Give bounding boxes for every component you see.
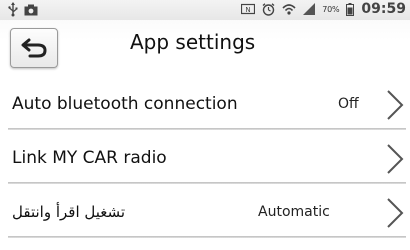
battery-icon — [346, 2, 355, 16]
back-button[interactable] — [10, 28, 58, 68]
row-divider — [8, 236, 406, 238]
photo-notification-icon — [24, 4, 38, 16]
settings-row-value: Automatic — [258, 204, 330, 220]
header: App settings — [0, 20, 410, 76]
settings-row-value: Off — [338, 96, 359, 112]
page-title: App settings — [130, 30, 256, 54]
settings-row-label: تشغيل اقرأ وانتقل — [12, 203, 126, 221]
status-time: 09:59 — [361, 1, 406, 17]
settings-row-link-radio[interactable]: Link MY CAR radio — [0, 134, 410, 184]
chevron-right-icon — [384, 142, 406, 176]
app-settings-screen: N 70% 09:59 App settings Auto bluetooth … — [0, 0, 410, 250]
row-divider — [8, 128, 406, 130]
status-bar: N 70% 09:59 — [0, 0, 410, 20]
usb-icon — [8, 2, 18, 17]
settings-row-read-and-go[interactable]: تشغيل اقرأ وانتقل Automatic — [0, 188, 410, 238]
settings-row-label: Link MY CAR radio — [12, 148, 167, 168]
chevron-right-icon — [384, 196, 406, 230]
wifi-icon — [282, 3, 296, 16]
chevron-right-icon — [384, 88, 406, 122]
status-left-icons — [8, 2, 38, 17]
alarm-icon — [262, 2, 275, 16]
settings-row-label: Auto bluetooth connection — [12, 94, 238, 114]
row-divider — [8, 182, 406, 184]
back-arrow-icon — [20, 37, 48, 59]
nfc-icon: N — [241, 3, 256, 15]
settings-row-auto-bluetooth[interactable]: Auto bluetooth connection Off — [0, 80, 410, 130]
status-right-icons: N 70% 09:59 — [241, 1, 406, 17]
battery-percent: 70% — [322, 4, 340, 14]
signal-icon — [303, 3, 316, 15]
svg-text:N: N — [246, 6, 251, 14]
